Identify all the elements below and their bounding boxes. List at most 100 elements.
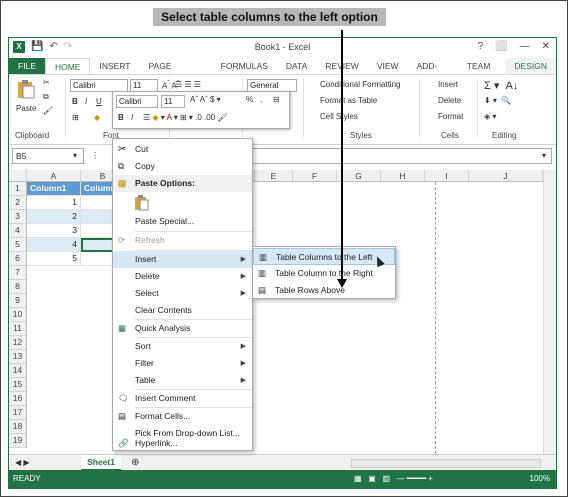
submenu-item-column-right[interactable]: ▥ Table Column to the Right xyxy=(253,265,395,282)
row-header[interactable]: 16 xyxy=(9,392,27,406)
table-cell[interactable]: 4 xyxy=(27,238,81,252)
row-header[interactable]: 3 xyxy=(9,210,27,224)
minimize-icon[interactable]: — xyxy=(520,41,530,52)
tab-add-ins[interactable]: ADD-INS xyxy=(408,58,458,87)
menu-item-clear-contents[interactable]: Clear Contents xyxy=(113,302,252,319)
autosum-icon[interactable]: Σ ▾ A↓ xyxy=(484,79,518,92)
paste-button[interactable]: Paste xyxy=(16,104,36,113)
column-header-g[interactable]: G xyxy=(337,170,381,182)
menu-item-sort[interactable]: Sort ▶ xyxy=(113,338,252,355)
borders-icon[interactable]: ⊞ xyxy=(72,113,79,122)
column-header-i[interactable]: I xyxy=(425,170,469,182)
sheet-nav-icon[interactable]: ◀ ▶ xyxy=(15,458,30,467)
table-cell[interactable]: 3 xyxy=(27,224,81,238)
mini-merge-icon[interactable]: ⊟ xyxy=(273,95,280,104)
menu-item-insert[interactable]: Insert ▶ xyxy=(113,251,252,268)
table-header-column1[interactable]: Column1 xyxy=(27,182,81,196)
menu-item-copy[interactable]: ⧉ Copy xyxy=(113,158,252,175)
italic-icon[interactable]: I xyxy=(85,97,87,106)
add-sheet-icon[interactable]: ⊕ xyxy=(131,457,139,468)
chevron-down-icon[interactable]: ▾ xyxy=(73,151,77,160)
corner-cell[interactable] xyxy=(9,170,27,182)
row-header[interactable]: 12 xyxy=(9,336,27,350)
row-header[interactable]: 18 xyxy=(9,420,27,434)
row-header[interactable]: 13 xyxy=(9,350,27,364)
row-header[interactable]: 7 xyxy=(9,266,27,280)
format-as-table-button[interactable]: Format as Table xyxy=(320,96,377,105)
tab-page-layout[interactable]: PAGE LAYOUT xyxy=(139,58,211,87)
paste-icon[interactable] xyxy=(135,195,149,211)
mini-comma-icon[interactable]: , xyxy=(260,95,262,104)
conditional-formatting-button[interactable]: Conditional Formatting xyxy=(320,80,400,89)
cut-icon[interactable]: ✂ xyxy=(43,78,50,87)
row-header[interactable]: 5 xyxy=(9,238,27,252)
menu-item-table[interactable]: Table ▶ xyxy=(113,372,252,389)
view-icons[interactable]: ▦ ▣ ▥ — ━━━━ + xyxy=(354,470,433,488)
tab-file[interactable]: FILE xyxy=(9,58,45,74)
submenu-item-rows-above[interactable]: ▤ Table Rows Above xyxy=(253,282,395,299)
tab-team[interactable]: TEAM xyxy=(458,58,500,74)
row-header[interactable]: 1 xyxy=(9,182,27,196)
format-painter-icon[interactable]: 🖌 xyxy=(43,106,53,115)
mini-percent-icon[interactable]: % xyxy=(246,95,253,104)
row-header[interactable]: 9 xyxy=(9,294,27,308)
zoom-level[interactable]: 100% xyxy=(530,470,550,488)
menu-item-paste-special[interactable]: Paste Special... xyxy=(113,213,252,230)
menu-item-format-cells[interactable]: ▤ Format Cells... xyxy=(113,408,252,425)
tab-view[interactable]: VIEW xyxy=(368,58,408,74)
table-cell[interactable]: 2 xyxy=(27,210,81,224)
help-icon[interactable]: ? xyxy=(478,41,484,52)
clear-icon[interactable]: ◈ ▾ xyxy=(484,112,496,121)
menu-item-select[interactable]: Select ▶ xyxy=(113,285,252,302)
vertical-scrollbar[interactable] xyxy=(543,170,556,454)
paste-icon[interactable] xyxy=(17,79,35,99)
table-cell[interactable]: 1 xyxy=(27,196,81,210)
menu-item-filter[interactable]: Filter ▶ xyxy=(113,355,252,372)
copy-icon[interactable]: ⧉ xyxy=(43,92,49,102)
row-header[interactable]: 8 xyxy=(9,280,27,294)
underline-icon[interactable]: U xyxy=(96,97,102,106)
align-top-icon[interactable]: ☰ ☰ ☰ xyxy=(175,80,201,89)
delete-cells-button[interactable]: Delete xyxy=(438,96,461,105)
tab-insert[interactable]: INSERT xyxy=(90,58,139,74)
column-header-j[interactable]: J xyxy=(469,170,543,182)
expand-formula-icon[interactable]: ▾ xyxy=(542,151,546,160)
mini-bold-icon[interactable]: B xyxy=(118,113,124,122)
row-header[interactable]: 15 xyxy=(9,378,27,392)
mini-grow-font-icon[interactable]: Aˆ Aˇ $ ▾ xyxy=(190,95,221,104)
column-header-e[interactable]: E xyxy=(255,170,293,182)
menu-item-hyperlink[interactable]: 🔗 Hyperlink... xyxy=(113,435,252,451)
tab-data[interactable]: DATA xyxy=(277,58,316,74)
row-header[interactable]: 19 xyxy=(9,434,27,448)
restore-icon[interactable]: ⬜ xyxy=(495,41,507,52)
column-header-a[interactable]: A xyxy=(27,170,81,182)
row-header[interactable]: 4 xyxy=(9,224,27,238)
menu-item-cut[interactable]: ✂ Cut xyxy=(113,141,252,158)
menu-item-insert-comment[interactable]: 🗨 Insert Comment xyxy=(113,390,252,407)
fill-color-icon[interactable]: ◆ xyxy=(94,113,100,122)
tab-design[interactable]: DESIGN xyxy=(505,58,556,74)
row-header[interactable]: 11 xyxy=(9,322,27,336)
fill-icon[interactable]: ⬇ ▾ 🔍 xyxy=(484,96,511,105)
row-header[interactable]: 14 xyxy=(9,364,27,378)
menu-item-delete[interactable]: Delete ▶ xyxy=(113,268,252,285)
menu-item-quick-analysis[interactable]: ▦ Quick Analysis xyxy=(113,320,252,337)
sheet-tab-sheet1[interactable]: Sheet1 xyxy=(81,455,121,471)
cell-styles-button[interactable]: Cell Styles xyxy=(320,112,358,121)
column-header-f[interactable]: F xyxy=(293,170,337,182)
mini-italic-icon[interactable]: I xyxy=(131,113,133,122)
table-cell[interactable]: 5 xyxy=(27,252,81,266)
row-header[interactable]: 10 xyxy=(9,308,27,322)
mini-font-name[interactable]: Calibri xyxy=(116,95,158,108)
tab-home[interactable]: HOME xyxy=(44,58,91,74)
column-header-h[interactable]: H xyxy=(381,170,425,182)
close-icon[interactable]: ✕ xyxy=(542,41,550,52)
row-header[interactable]: 6 xyxy=(9,252,27,266)
horizontal-scrollbar[interactable] xyxy=(351,459,541,468)
insert-cells-button[interactable]: Insert xyxy=(438,80,458,89)
mini-font-size[interactable]: 11 xyxy=(161,95,185,108)
row-header[interactable]: 2 xyxy=(9,196,27,210)
tab-formulas[interactable]: FORMULAS xyxy=(212,58,277,74)
bold-icon[interactable]: B xyxy=(72,97,78,106)
mini-align-icon[interactable]: ☰ ◆ ▾ A ▾ ⊞ ▾ .0 .00 🖌 xyxy=(143,113,228,122)
